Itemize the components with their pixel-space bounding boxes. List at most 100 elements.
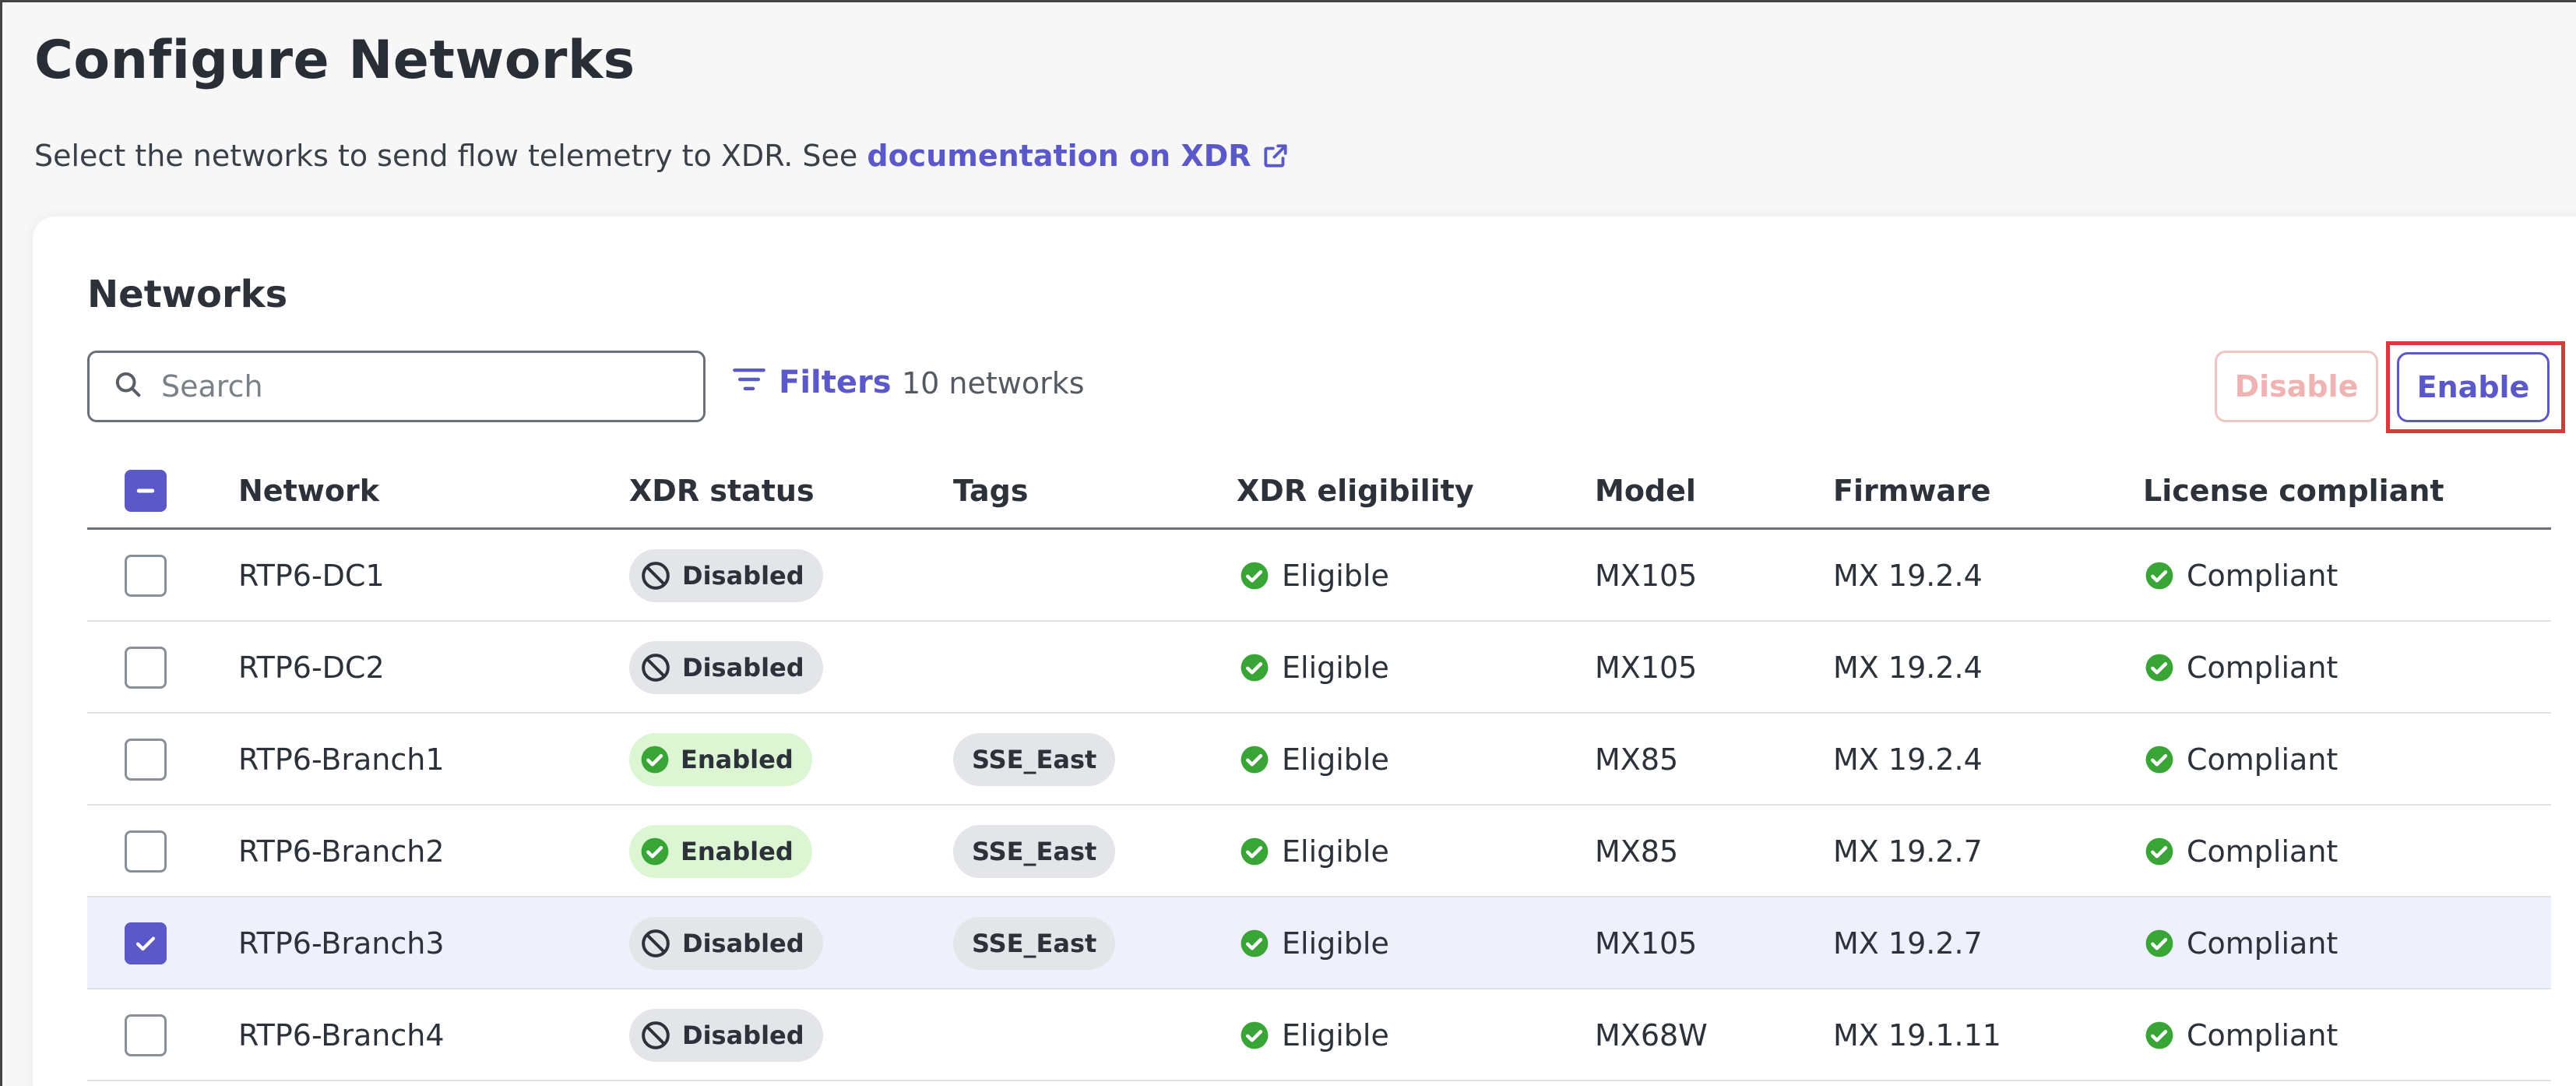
check-circle-icon <box>2145 561 2174 591</box>
row-select-cell <box>125 622 167 714</box>
eligibility-cell: Eligible <box>1240 989 1389 1081</box>
networks-table: Network XDR status Tags XDR eligibility … <box>87 452 2551 1081</box>
license-label: Compliant <box>2187 651 2338 685</box>
xdr-status-cell: Disabled <box>629 530 823 622</box>
column-header-network[interactable]: Network <box>238 474 379 508</box>
row-select-cell <box>125 530 167 622</box>
eligibility-cell: Eligible <box>1240 530 1389 622</box>
model-cell: MX105 <box>1595 651 1698 685</box>
xdr-status-label: Enabled <box>681 745 794 774</box>
network-name[interactable]: RTP6-DC1 <box>238 530 385 622</box>
license-label: Compliant <box>2187 1018 2338 1053</box>
tag-badge: SSE_East <box>953 917 1116 970</box>
check-circle-icon <box>2145 837 2174 866</box>
network-count: 10 networks <box>902 366 1085 400</box>
license-label: Compliant <box>2187 742 2338 777</box>
table-row[interactable]: RTP6-DC2 Disabled Eligible MX105 MX 19.2.4 Co… <box>87 622 2551 714</box>
xdr-status-cell: Disabled <box>629 989 823 1081</box>
license-cell: Compliant <box>2145 622 2338 714</box>
network-name[interactable]: RTP6-Branch3 <box>238 897 445 989</box>
subtitle-text: Select the networks to send flow telemet… <box>34 139 867 173</box>
row-select-cell <box>125 989 167 1081</box>
search-input[interactable] <box>161 369 660 404</box>
row-checkbox[interactable] <box>125 555 167 597</box>
column-header-license[interactable]: License compliant <box>2143 474 2444 508</box>
eligibility-cell: Eligible <box>1240 714 1389 806</box>
license-label: Compliant <box>2187 926 2338 961</box>
select-all-cell <box>125 452 167 530</box>
eligibility-label: Eligible <box>1282 651 1389 685</box>
network-name[interactable]: RTP6-Branch2 <box>238 806 445 897</box>
row-checkbox[interactable] <box>125 830 167 873</box>
table-row[interactable]: RTP6-Branch3 Disabled SSE_East Eligible MX10… <box>87 897 2551 989</box>
xdr-status-cell: Enabled <box>629 806 812 897</box>
xdr-status-cell: Disabled <box>629 622 823 714</box>
disable-button[interactable]: Disable <box>2215 351 2378 422</box>
firmware-cell: MX 19.1.11 <box>1833 1018 2001 1053</box>
row-checkbox[interactable] <box>125 922 167 964</box>
model-cell: MX68W <box>1595 1018 1708 1053</box>
xdr-status-label: Disabled <box>682 1021 804 1050</box>
disabled-circle-icon <box>640 652 671 683</box>
check-circle-icon <box>1240 837 1269 866</box>
model-cell: MX105 <box>1595 926 1698 961</box>
filter-icon <box>732 365 779 400</box>
documentation-link[interactable]: documentation on XDR <box>867 139 1251 173</box>
enable-button[interactable]: Enable <box>2397 352 2550 422</box>
license-label: Compliant <box>2187 559 2338 593</box>
row-checkbox[interactable] <box>125 1014 167 1056</box>
column-header-xdr-status[interactable]: XDR status <box>629 474 815 508</box>
search-box[interactable] <box>87 351 706 422</box>
disabled-circle-icon <box>640 560 671 591</box>
column-header-xdr-eligibility[interactable]: XDR eligibility <box>1237 474 1474 508</box>
xdr-status-badge: Disabled <box>629 1009 823 1062</box>
xdr-status-cell: Enabled <box>629 714 812 806</box>
check-circle-icon <box>2145 653 2174 682</box>
page-title: Configure Networks <box>34 30 635 91</box>
table-row[interactable]: RTP6-Branch4 Disabled Eligible MX68W MX 19.1… <box>87 989 2551 1081</box>
network-name[interactable]: RTP6-Branch4 <box>238 989 445 1081</box>
eligibility-cell: Eligible <box>1240 806 1389 897</box>
network-name[interactable]: RTP6-DC2 <box>238 622 385 714</box>
disabled-circle-icon <box>640 1020 671 1051</box>
table-row[interactable]: RTP6-Branch2 Enabled SSE_East Eligible MX85 M… <box>87 806 2551 897</box>
external-link-icon[interactable] <box>1261 141 1290 178</box>
select-all-checkbox[interactable] <box>125 470 167 512</box>
tags-cell: SSE_East <box>953 806 1116 897</box>
model-cell: MX85 <box>1595 834 1679 869</box>
license-cell: Compliant <box>2145 897 2338 989</box>
check-circle-icon <box>2145 1021 2174 1050</box>
license-label: Compliant <box>2187 834 2338 869</box>
xdr-status-label: Disabled <box>682 929 804 958</box>
eligibility-label: Eligible <box>1282 1018 1389 1053</box>
eligibility-cell: Eligible <box>1240 622 1389 714</box>
firmware-cell: MX 19.2.7 <box>1833 834 1983 869</box>
xdr-status-cell: Disabled <box>629 897 823 989</box>
filters-button[interactable]: Filters <box>732 365 892 400</box>
search-icon <box>113 369 144 404</box>
network-name[interactable]: RTP6-Branch1 <box>238 714 445 806</box>
check-circle-icon <box>1240 745 1269 774</box>
check-circle-icon <box>1240 561 1269 591</box>
check-circle-icon <box>1240 653 1269 682</box>
row-select-cell <box>125 806 167 897</box>
license-cell: Compliant <box>2145 989 2338 1081</box>
column-header-firmware[interactable]: Firmware <box>1833 474 1991 508</box>
column-header-model[interactable]: Model <box>1595 474 1696 508</box>
row-checkbox[interactable] <box>125 739 167 781</box>
section-title: Networks <box>87 273 288 316</box>
table-row[interactable]: RTP6-DC1 Disabled Eligible MX105 MX 19.2.4 Co… <box>87 530 2551 622</box>
check-circle-icon <box>640 837 670 866</box>
check-circle-icon <box>640 745 670 774</box>
row-select-cell <box>125 897 167 989</box>
model-cell: MX85 <box>1595 742 1679 777</box>
eligibility-cell: Eligible <box>1240 897 1389 989</box>
table-row[interactable]: RTP6-Branch1 Enabled SSE_East Eligible MX85 M… <box>87 714 2551 806</box>
row-checkbox[interactable] <box>125 647 167 689</box>
license-cell: Compliant <box>2145 714 2338 806</box>
eligibility-label: Eligible <box>1282 742 1389 777</box>
disabled-circle-icon <box>640 928 671 959</box>
eligibility-label: Eligible <box>1282 926 1389 961</box>
column-header-tags[interactable]: Tags <box>953 474 1028 508</box>
tag-badge: SSE_East <box>953 825 1116 878</box>
